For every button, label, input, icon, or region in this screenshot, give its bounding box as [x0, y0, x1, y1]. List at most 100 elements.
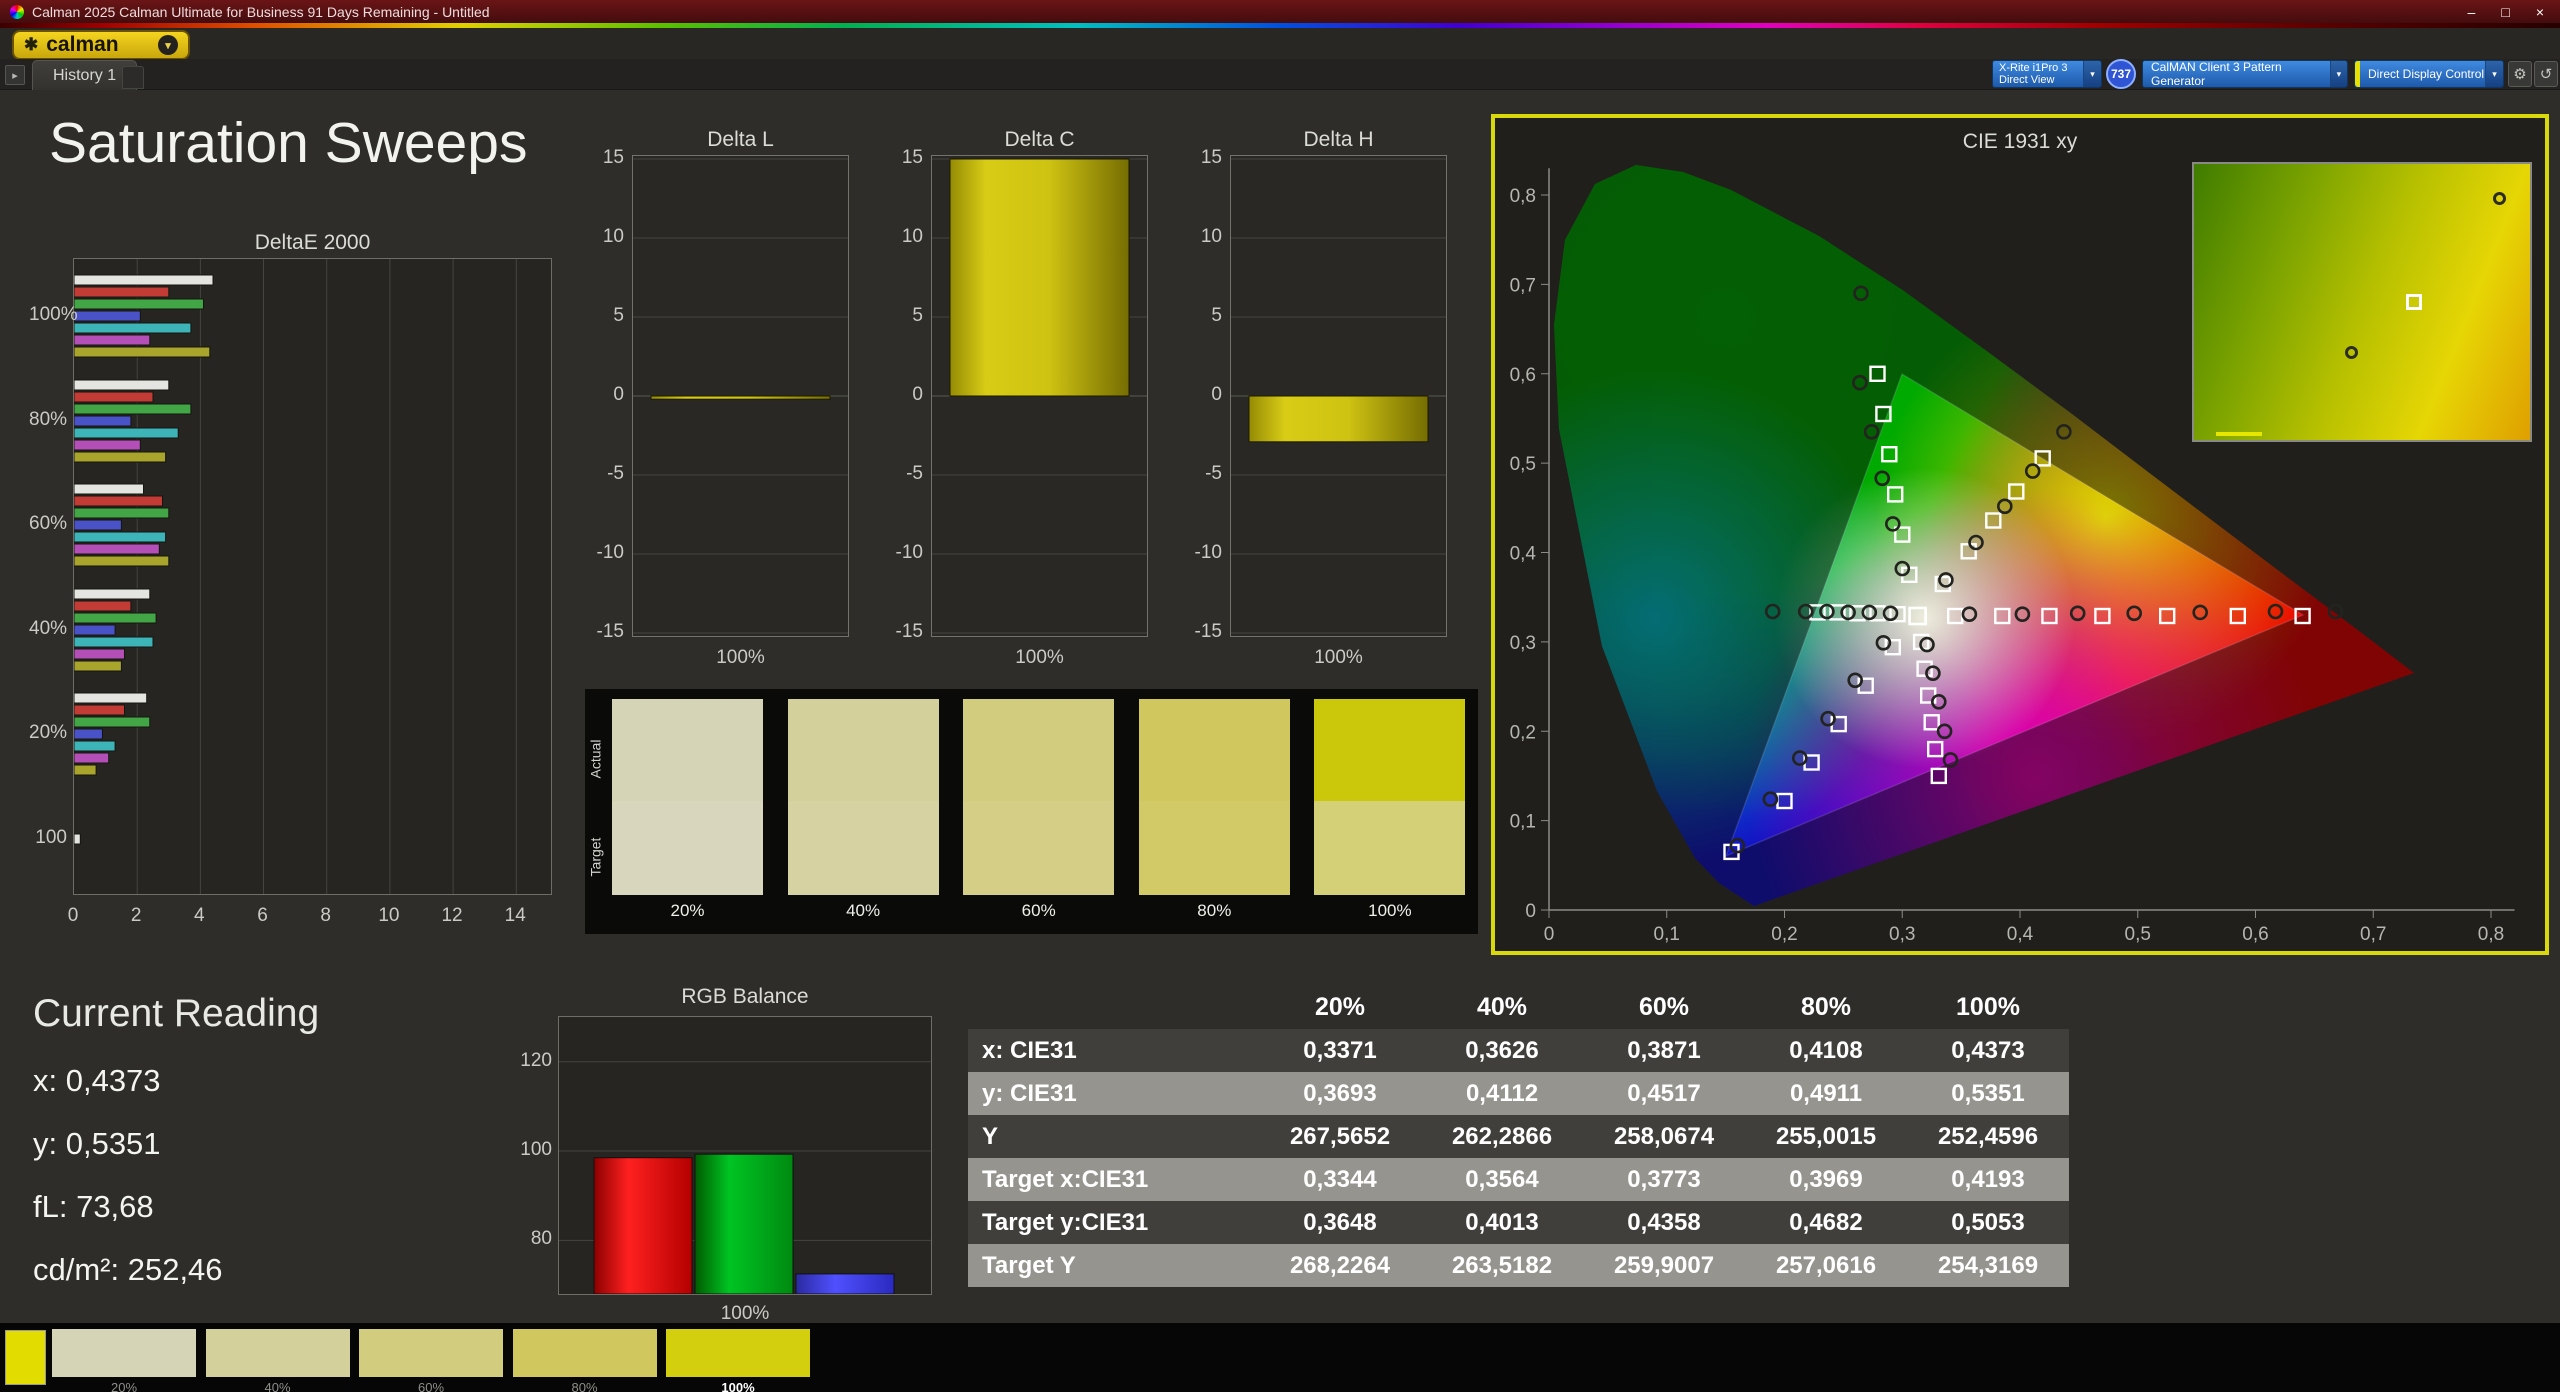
actual-color [612, 699, 763, 801]
actual-color [788, 699, 939, 801]
chevron-down-icon[interactable]: ▾ [2330, 61, 2347, 87]
table-cell: 0,3773 [1583, 1166, 1745, 1194]
close-button[interactable]: × [2536, 4, 2544, 20]
app-icon [10, 5, 24, 19]
delta-h-plot [1231, 156, 1446, 636]
y-tick-label: 120 [502, 1050, 552, 1072]
y-tick-label: -10 [1167, 542, 1222, 564]
minimize-button[interactable]: – [2468, 4, 2476, 20]
delta-l-plot [633, 156, 848, 636]
maximize-button[interactable]: □ [2501, 4, 2509, 20]
x-tick-label: 10 [369, 905, 409, 927]
table-row: Target x:CIE310,33440,35640,37730,39690,… [968, 1158, 2069, 1201]
chart-title: Delta C [931, 128, 1148, 152]
row-label: Target y:CIE31 [968, 1209, 1259, 1237]
pattern-swatch[interactable] [52, 1329, 196, 1377]
x-axis-label: 100% [558, 1303, 932, 1325]
x-tick-label: 0 [53, 905, 93, 927]
chart-title: RGB Balance [558, 985, 932, 1009]
table-cell: 254,3169 [1907, 1252, 2069, 1280]
deltae-plot [74, 259, 551, 894]
saturation-swatch [1314, 699, 1465, 895]
table-cell: 257,0616 [1745, 1252, 1907, 1280]
y-tick-label: -10 [868, 542, 923, 564]
y-tick-label: -5 [868, 463, 923, 485]
refresh-button[interactable]: ↺ [2534, 61, 2558, 87]
pattern-strip: ◀ Back Next ▶ ⚙ 20%40%60%80%100% [0, 1323, 2560, 1392]
pattern-swatch[interactable] [666, 1329, 810, 1377]
table-cell: 258,0674 [1583, 1123, 1745, 1151]
chevron-down-icon[interactable]: ▾ [2083, 61, 2101, 87]
svg-text:0,3: 0,3 [1510, 633, 1536, 654]
table-cell: 255,0015 [1745, 1123, 1907, 1151]
svg-text:0,2: 0,2 [1510, 722, 1536, 743]
table-cell: 0,4193 [1907, 1166, 2069, 1194]
table-cell: 263,5182 [1421, 1252, 1583, 1280]
swatch-label: 40% [788, 901, 939, 921]
svg-text:0,5: 0,5 [1510, 454, 1536, 475]
table-cell: 0,4911 [1745, 1080, 1907, 1108]
target-color [1314, 801, 1465, 895]
y-tick-label: 10 [868, 226, 923, 248]
row-label: x: CIE31 [968, 1037, 1259, 1065]
table-cell: 259,9007 [1583, 1252, 1745, 1280]
delta-c-chart: Delta C 100% 151050-5-10-15 [864, 120, 1194, 680]
reading-x: x: 0,4373 [33, 1063, 319, 1099]
reading-cdm2: cd/m²: 252,46 [33, 1252, 319, 1288]
x-tick-label: 14 [495, 905, 535, 927]
table-cell: 0,4112 [1421, 1080, 1583, 1108]
saturation-swatch [1139, 699, 1290, 895]
y-tick-label: -5 [1167, 463, 1222, 485]
meter-dropdown[interactable]: X-Rite i1Pro 3 Direct View ▾ [1992, 60, 2102, 88]
chevron-down-icon[interactable]: ▾ [158, 35, 178, 55]
table-cell: 0,4373 [1907, 1037, 2069, 1065]
pattern-swatch[interactable] [359, 1329, 503, 1377]
y-tick-label: 15 [868, 147, 923, 169]
cie-1931-panel: CIE 1931 xy [1491, 114, 2549, 955]
table-cell: 0,4108 [1745, 1037, 1907, 1065]
table-cell: 0,5351 [1907, 1080, 2069, 1108]
x-tick-label: 8 [306, 905, 346, 927]
svg-text:0,1: 0,1 [1510, 812, 1536, 833]
calman-flower-icon: ✱ [24, 35, 38, 55]
y-tick-label: 0 [868, 384, 923, 406]
saturation-swatch-strip: Actual Target 20%40%60%80%100% [585, 689, 1478, 934]
y-tick-label: -5 [569, 463, 624, 485]
x-axis-label: 100% [931, 647, 1148, 669]
display-control-dropdown[interactable]: Direct Display Control ▾ [2354, 60, 2504, 88]
table-row: Y267,5652262,2866258,0674255,0015252,459… [968, 1115, 2069, 1158]
deltae-group-label: 100% [29, 304, 67, 326]
x-tick-label: 2 [116, 905, 156, 927]
deltae-group-label: 60% [29, 513, 67, 535]
reading-fl: fL: 73,68 [33, 1189, 319, 1225]
pattern-swatch[interactable] [206, 1329, 350, 1377]
column-header: 80% [1745, 993, 1907, 1022]
target-axis-label: Target [587, 838, 603, 877]
deltae-group-label: 20% [29, 722, 67, 744]
swatch-label: 100% [1314, 901, 1465, 921]
table-cell: 0,4013 [1421, 1209, 1583, 1237]
tab-stub[interactable] [122, 66, 144, 89]
calman-menu-button[interactable]: ✱ calman ▾ [12, 30, 190, 60]
table-row: y: CIE310,36930,41120,45170,49110,5351 [968, 1072, 2069, 1115]
panel-expand-button[interactable]: ▸ [5, 65, 25, 85]
saturation-data-table: 20%40%60%80%100%x: CIE310,33710,36260,38… [968, 985, 2069, 1287]
table-row: Target y:CIE310,36480,40130,43580,46820,… [968, 1201, 2069, 1244]
saturation-swatch [963, 699, 1114, 895]
target-color [788, 801, 939, 895]
table-cell: 0,3564 [1421, 1166, 1583, 1194]
pattern-generator-dropdown[interactable]: CalMAN Client 3 Pattern Generator ▾ [2142, 60, 2348, 88]
target-color [1139, 801, 1290, 895]
calman-app: Calman 2025 Calman Ultimate for Business… [0, 0, 2560, 1392]
y-tick-label: 80 [502, 1228, 552, 1250]
meter-name: X-Rite i1Pro 3 [1999, 62, 2067, 74]
chevron-down-icon[interactable]: ▾ [2485, 61, 2503, 87]
table-cell: 0,3371 [1259, 1037, 1421, 1065]
pattern-swatch[interactable] [513, 1329, 657, 1377]
svg-text:0,3: 0,3 [1889, 924, 1915, 945]
column-header: 100% [1907, 993, 2069, 1022]
y-tick-label: 100 [502, 1139, 552, 1161]
y-tick-label: 5 [569, 305, 624, 327]
x-tick-label: 4 [179, 905, 219, 927]
settings-gear-button[interactable]: ⚙ [2508, 61, 2532, 87]
